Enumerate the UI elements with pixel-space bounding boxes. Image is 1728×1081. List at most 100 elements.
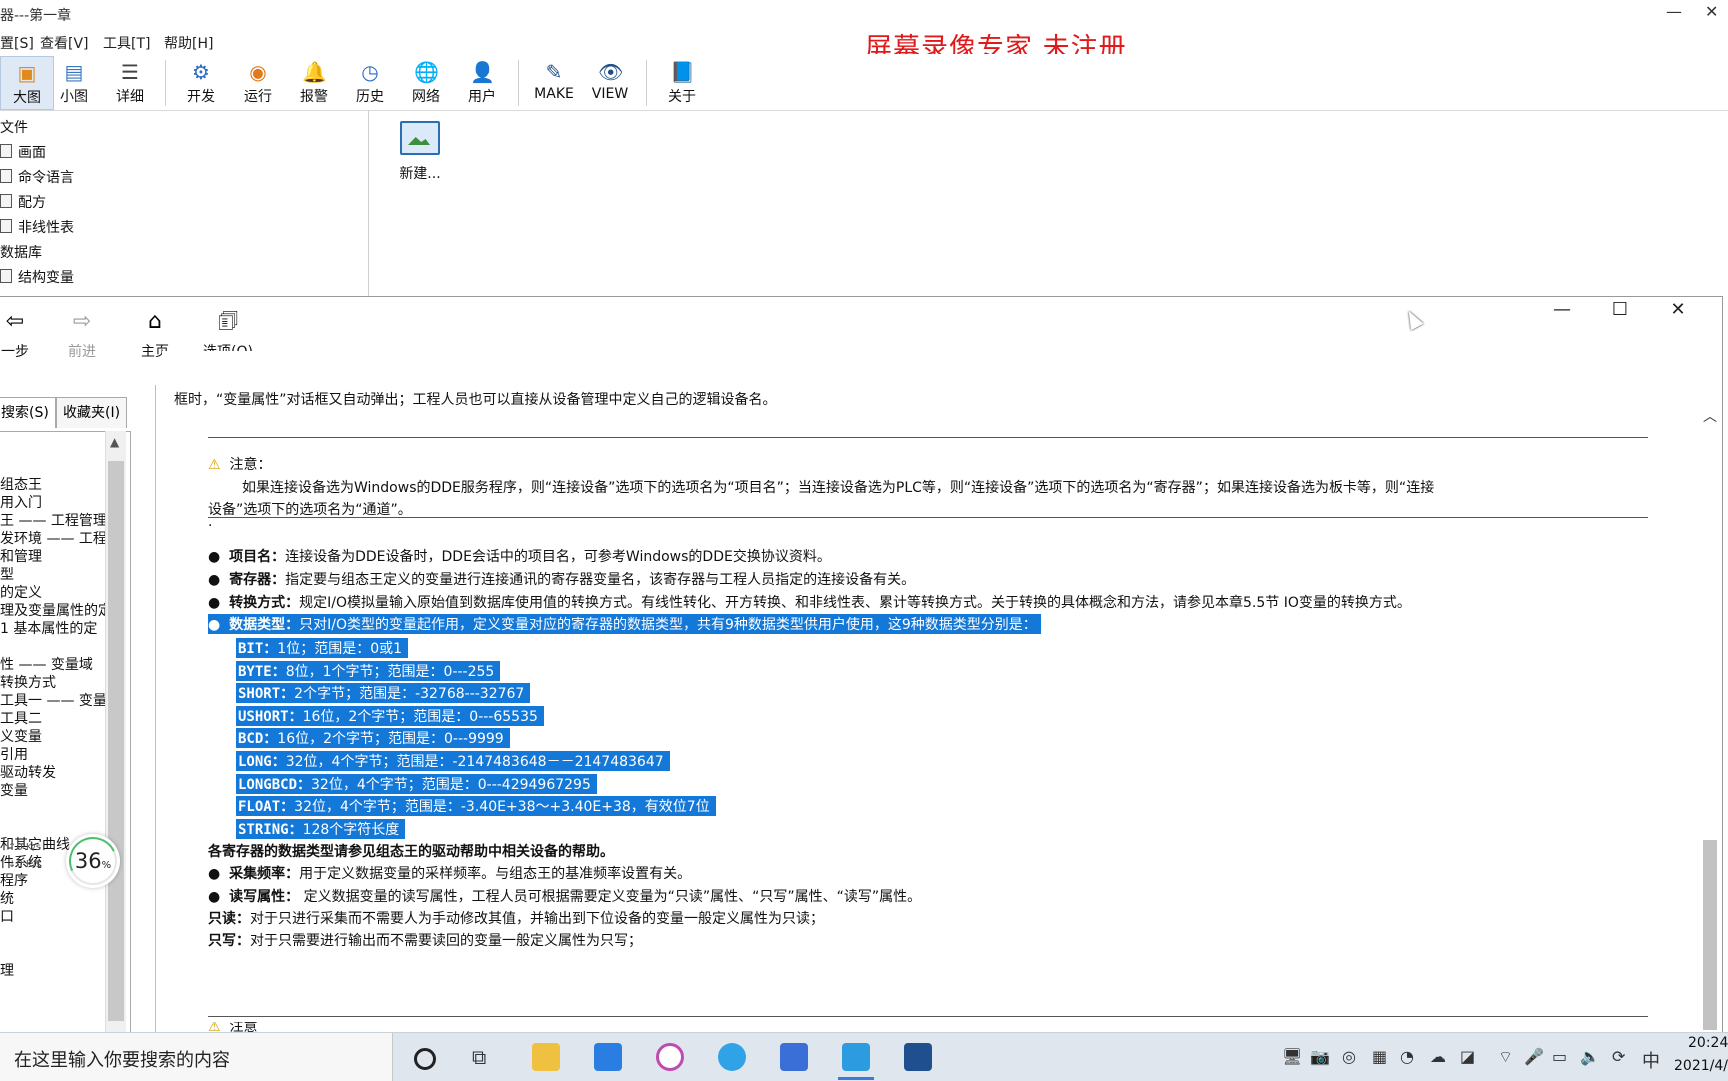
menu-settings[interactable]: 置[S] [0,33,34,53]
help-topic-item[interactable]: 义变量 [0,726,42,746]
large-icons-button[interactable]: ▣ 大图 [0,56,54,110]
develop-button[interactable]: ⚙ 开发 [175,56,227,108]
help-topic-item[interactable]: 工具二 [0,708,42,728]
taskbar-search-box[interactable]: 在这里输入你要搜索的内容 [0,1033,393,1081]
datatype-item: BYTE：8位，1个字节；范围是：0---255 [236,660,501,681]
kingview-icon[interactable] [842,1043,870,1071]
tab-favorites[interactable]: 收藏夹(I) [56,397,128,428]
clock-date[interactable]: 2021/4/ [1674,1058,1728,1074]
wifi-icon[interactable]: ⌔ [1498,1047,1513,1067]
alarm-button[interactable]: 🔔 报警 [288,56,340,108]
help-topic-item[interactable]: 和管理 [0,546,42,566]
scroll-up-icon[interactable]: ︿ [1703,406,1717,426]
help-topic-item[interactable]: 组态王 [0,474,42,494]
datatype-text: 只对I/O类型的变量起作用，定义变量对应的寄存器的数据类型，共有9种数据类型供用… [299,617,1037,633]
microphone-icon[interactable]: 🎤 [1524,1047,1544,1066]
tree-item-nonlinear[interactable]: 非线性表 [0,217,74,237]
new-screen-item[interactable]: 新建... [398,121,442,183]
details-button[interactable]: ☰ 详细 [104,56,156,108]
back-arrow-icon: ⇦ [5,309,25,334]
help-topic-item[interactable]: 王 —— 工程管理 [0,510,107,530]
file-explorer-icon[interactable] [532,1043,560,1071]
doc-scroll-thumb[interactable] [1703,840,1717,1030]
tree-item-struct-var[interactable]: 结构变量 [0,267,74,287]
history-button[interactable]: ◷ 历史 [344,56,396,108]
help-topic-item[interactable]: 1 基本属性的定 [0,618,97,638]
camera-icon[interactable]: 📷 [1310,1047,1330,1066]
memory-gauge[interactable]: 36% [66,834,120,888]
help-topic-item[interactable]: 性 —— 变量域 [0,654,93,674]
datatype-item: SHORT：2个字节；范围是：-32768---32767 [236,683,531,704]
help-close-button[interactable]: ✕ [1658,299,1698,320]
help-topic-item[interactable]: 转换方式 [0,672,56,692]
help-topic-item[interactable]: 口 [0,906,14,926]
help-topic-item[interactable]: 用入门 [0,492,42,512]
screen-icon [0,144,12,158]
menu-view[interactable]: 查看[V] [40,33,89,53]
about-button[interactable]: 📘 关于 [656,56,708,108]
help-topic-item[interactable]: 理 [0,960,14,980]
help-topic-item[interactable]: 发环境 —— 工程 [0,528,107,548]
clock-tray-icon[interactable]: ◔ [1400,1047,1414,1066]
tree-item-recipe[interactable]: 配方 [0,192,46,212]
volume-icon[interactable]: 🔈 [1580,1047,1600,1066]
menu-help[interactable]: 帮助[H] [164,33,213,53]
note2-rule [208,1016,1648,1017]
clock-time[interactable]: 20:24 [1688,1035,1728,1051]
datatype-desc: 16位，2个字节；范围是：0---65535 [302,708,538,725]
cloud-icon[interactable]: ☁ [1430,1047,1446,1066]
tree-item-screen[interactable]: 画面 [0,142,46,162]
make-button[interactable]: ✎ MAKE [528,56,580,108]
forward-button[interactable]: ⇨ 前进 [62,307,102,361]
help-minimize-button[interactable]: — [1542,299,1582,320]
minimize-button[interactable]: — [1666,2,1682,21]
view-button[interactable]: 👁 VIEW [584,56,636,108]
tree-item-file[interactable]: 文件 [0,117,28,137]
menu-tools[interactable]: 工具[T] [103,33,150,53]
register-row: ● 寄存器：指定要与组态王定义的变量进行连接通讯的寄存器变量名，该寄存器与工程人… [208,572,916,588]
nav-scrollbar[interactable]: ▲ [105,431,126,1033]
doc-scrollbar[interactable]: ︿ [1700,396,1720,1032]
help-maximize-button[interactable]: ☐ [1600,299,1640,320]
app-tray-icon[interactable]: ◪ [1460,1047,1475,1066]
tree-item-command[interactable]: 命令语言 [0,167,74,187]
document-app-icon[interactable] [904,1043,932,1071]
task-view-icon[interactable]: ⧉ [472,1045,486,1069]
monitor-icon[interactable]: 🖥 [1282,1047,1302,1066]
run-button[interactable]: ◉ 运行 [232,56,284,108]
cortana-icon[interactable] [414,1048,436,1070]
nav-scroll-thumb[interactable] [108,461,124,1021]
help-topic-item[interactable]: 的定义 [0,582,42,602]
help-topic-item[interactable]: 理及变量属性的定 [0,600,112,620]
help-topic-item[interactable]: 变量 [0,780,28,800]
user-button[interactable]: 👤 用户 [456,56,508,108]
app-flower-icon[interactable] [656,1043,684,1071]
battery-icon[interactable]: ▭ [1552,1047,1567,1066]
item-name-row: ● 项目名：连接设备为DDE设备时，DDE会话中的项目名，可参考Windows的… [208,549,831,565]
ime-indicator[interactable]: 中 [1642,1047,1660,1073]
new-screen-label: 新建... [399,166,441,182]
back-button[interactable]: ⇦ 一步 [0,307,30,361]
network-button[interactable]: 🌐 网络 [400,56,452,108]
help-topic-item[interactable]: 驱动转发 [0,762,56,782]
scroll-up-icon[interactable]: ▲ [110,435,119,449]
home-icon: ⌂ [148,309,162,334]
note-heading: ⚠ 注意： [208,454,271,474]
chrome-icon[interactable]: ◎ [1342,1047,1356,1066]
close-button[interactable]: ✕ [1705,2,1718,21]
options-icon: 🗊 [217,309,239,334]
wps-writer-icon[interactable] [780,1043,808,1071]
tab-search[interactable]: 搜索(S) [0,397,56,428]
nvidia-icon[interactable]: ▦ [1372,1047,1387,1066]
tree-item-database[interactable]: 数据库 [0,242,42,262]
help-topic-item[interactable]: 型 [0,564,14,584]
help-topic-item[interactable]: 工具一 —— 变量 [0,690,107,710]
writeonly-label: 只写： [208,933,250,949]
help-topic-item[interactable]: 统 [0,888,14,908]
app-feather-icon[interactable] [594,1043,622,1071]
browser-icon[interactable] [718,1043,746,1071]
run-icon: ◉ [249,60,267,84]
sync-icon[interactable]: ⟳ [1612,1047,1625,1066]
small-icons-button[interactable]: ▤ 小图 [48,56,100,108]
help-topic-item[interactable]: 引用 [0,744,28,764]
